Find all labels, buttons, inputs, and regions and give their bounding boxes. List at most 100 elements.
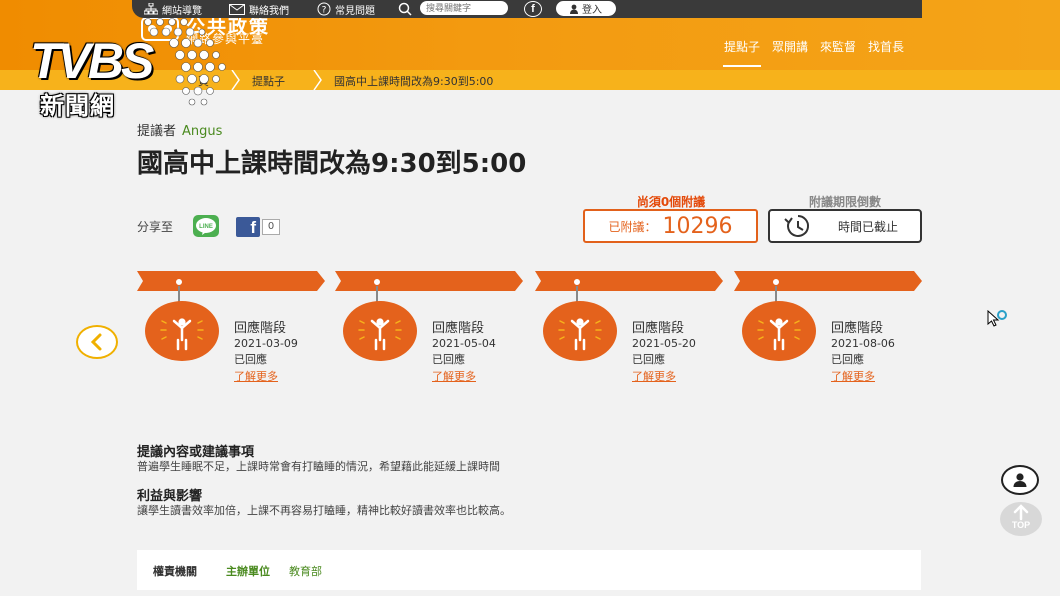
stage-badge [145, 301, 219, 361]
stage-banner [335, 271, 523, 291]
search-button[interactable] [398, 1, 416, 17]
stage-pin [772, 278, 780, 286]
stage-info: 回應階段 2021-03-09 已回應 了解更多 [234, 317, 298, 384]
stage-badge [343, 301, 417, 361]
user-icon [1013, 473, 1027, 487]
stage-pin [373, 278, 381, 286]
facebook-link-icon[interactable]: f [524, 1, 542, 17]
stage-more-link[interactable]: 了解更多 [432, 368, 496, 384]
authority-label: 權責機關 [153, 565, 197, 578]
nav-propose[interactable]: 提點子 [723, 38, 762, 67]
proposer-label: 提議者 [137, 124, 177, 139]
stage-info: 回應階段 2021-08-06 已回應了解更多 [831, 317, 895, 384]
stage-info: 回應階段 2021-05-04 已回應了解更多 [432, 317, 496, 384]
line-icon: LINE [196, 218, 216, 235]
facebook-share-button[interactable]: f [236, 217, 260, 237]
back-to-top-label: TOP [1011, 520, 1031, 530]
contact-label: 聯絡我們 [249, 5, 289, 17]
stage-badge [543, 301, 617, 361]
stage-info: 回應階段 2021-05-20 已回應 了解更多 [632, 317, 696, 384]
nav-supervise[interactable]: 來監督 [819, 38, 857, 67]
stage-status: 已回應 [432, 353, 465, 366]
nav-find-officials[interactable]: 找首長 [867, 38, 905, 67]
facebook-icon: f [250, 218, 256, 237]
stage-banner [535, 271, 723, 291]
stage-connector [775, 286, 777, 302]
main-nav: 提點子 眾開講 來監督 找首長 [723, 38, 905, 67]
stage-phase: 回應階段 [831, 321, 884, 336]
login-button[interactable]: 登入 [556, 1, 616, 16]
timeline-stage: 回應階段 2021-05-04 已回應了解更多 [335, 271, 525, 384]
mouse-cursor-icon [987, 310, 1007, 327]
stage-more-link[interactable]: 了解更多 [632, 368, 696, 384]
stage-connector [178, 286, 180, 302]
user-icon [570, 4, 578, 14]
stage-connector [376, 286, 378, 302]
login-label: 登入 [582, 5, 602, 16]
faq-label: 常見問題 [335, 5, 375, 17]
proposer: 提議者 Angus [137, 120, 222, 139]
page-title: 國高中上課時間改為9:30到5:00 [137, 149, 527, 179]
stage-connector [576, 286, 578, 302]
line-icon-label: LINE [199, 224, 213, 230]
stage-date: 2021-05-04 [432, 337, 496, 350]
question-icon: ? [317, 2, 331, 16]
stage-more-link[interactable]: 了解更多 [831, 368, 895, 384]
tvbs-logo: TVBS [30, 33, 154, 89]
search-input[interactable] [420, 1, 508, 15]
clock-icon [784, 214, 810, 237]
deadline-label: 附議期限倒數 [808, 195, 881, 209]
timeline-stage: 回應階段 2021-05-20 已回應 了解更多 [535, 271, 725, 384]
line-share-button[interactable]: LINE [193, 215, 219, 237]
stage-banner [734, 271, 922, 291]
endorse-count-box: 已附議： 10296 [583, 209, 758, 243]
stage-date: 2021-03-09 [234, 337, 298, 350]
tvbs-watermark: TVBS 新聞網 [30, 14, 226, 124]
breadcrumb-separator-icon [313, 70, 322, 90]
person-raised-arms-icon [358, 318, 402, 351]
stage-date: 2021-05-20 [632, 337, 696, 350]
person-raised-arms-icon [757, 318, 801, 351]
stage-phase: 回應階段 [432, 321, 485, 336]
utility-bar: 網站導覽 聯絡我們 ? 常見問題 f [132, 0, 922, 18]
endorse-count: 10296 [662, 213, 733, 239]
host-unit-label: 主辦單位 [226, 565, 270, 578]
endorse-count-label: 已附議： [608, 219, 657, 234]
timeline-stage: 回應階段 2021-03-09 已回應 了解更多 [137, 271, 327, 384]
faq-link[interactable]: ? 常見問題 [317, 1, 375, 17]
stage-badge [742, 301, 816, 361]
stage-phase: 回應階段 [234, 321, 287, 336]
stage-more-link[interactable]: 了解更多 [234, 368, 298, 384]
impact-text: 讓學生讀書效率加倍，上課不再容易打瞌睡，精神比較好讀書效率也比較高。 [137, 504, 511, 517]
stage-status: 已回應 [831, 353, 864, 366]
endorse-needed-label: 尚須0個附議 [636, 195, 706, 209]
search-icon [398, 2, 412, 16]
person-raised-arms-icon [160, 318, 204, 351]
back-to-top-button[interactable]: TOP [1000, 502, 1042, 536]
svg-text:?: ? [322, 6, 327, 16]
facebook-share-count: 0 [262, 219, 280, 235]
share-label: 分享至 [137, 220, 174, 234]
stage-status: 已回應 [632, 353, 665, 366]
stage-pin [175, 278, 183, 286]
chevron-left-icon [90, 333, 102, 351]
deadline-status: 時間已截止 [838, 219, 899, 234]
mail-icon [229, 3, 245, 15]
stage-date: 2021-08-06 [831, 337, 895, 350]
stage-pin [573, 278, 581, 286]
stage-banner [137, 271, 325, 291]
deadline-status-box: 時間已截止 [768, 209, 922, 243]
authority-panel: 權責機關 主辦單位 教育部 [137, 550, 921, 590]
timeline-prev-button[interactable] [76, 325, 118, 359]
breadcrumb-current: 國高中上課時間改為9:30到5:00 [334, 75, 494, 88]
tvbs-logo-subtitle: 新聞網 [40, 92, 115, 120]
arrow-up-icon [1013, 504, 1029, 521]
timeline-stage: 回應階段 2021-08-06 已回應了解更多 [734, 271, 924, 384]
member-button[interactable] [1001, 465, 1039, 495]
breadcrumb-separator-icon [231, 70, 240, 90]
contact-link[interactable]: 聯絡我們 [229, 1, 289, 17]
dot-pattern-icon [144, 18, 226, 106]
breadcrumb-propose[interactable]: 提點子 [252, 73, 285, 89]
nav-discuss[interactable]: 眾開講 [771, 38, 809, 67]
proposer-name: Angus [182, 124, 223, 139]
